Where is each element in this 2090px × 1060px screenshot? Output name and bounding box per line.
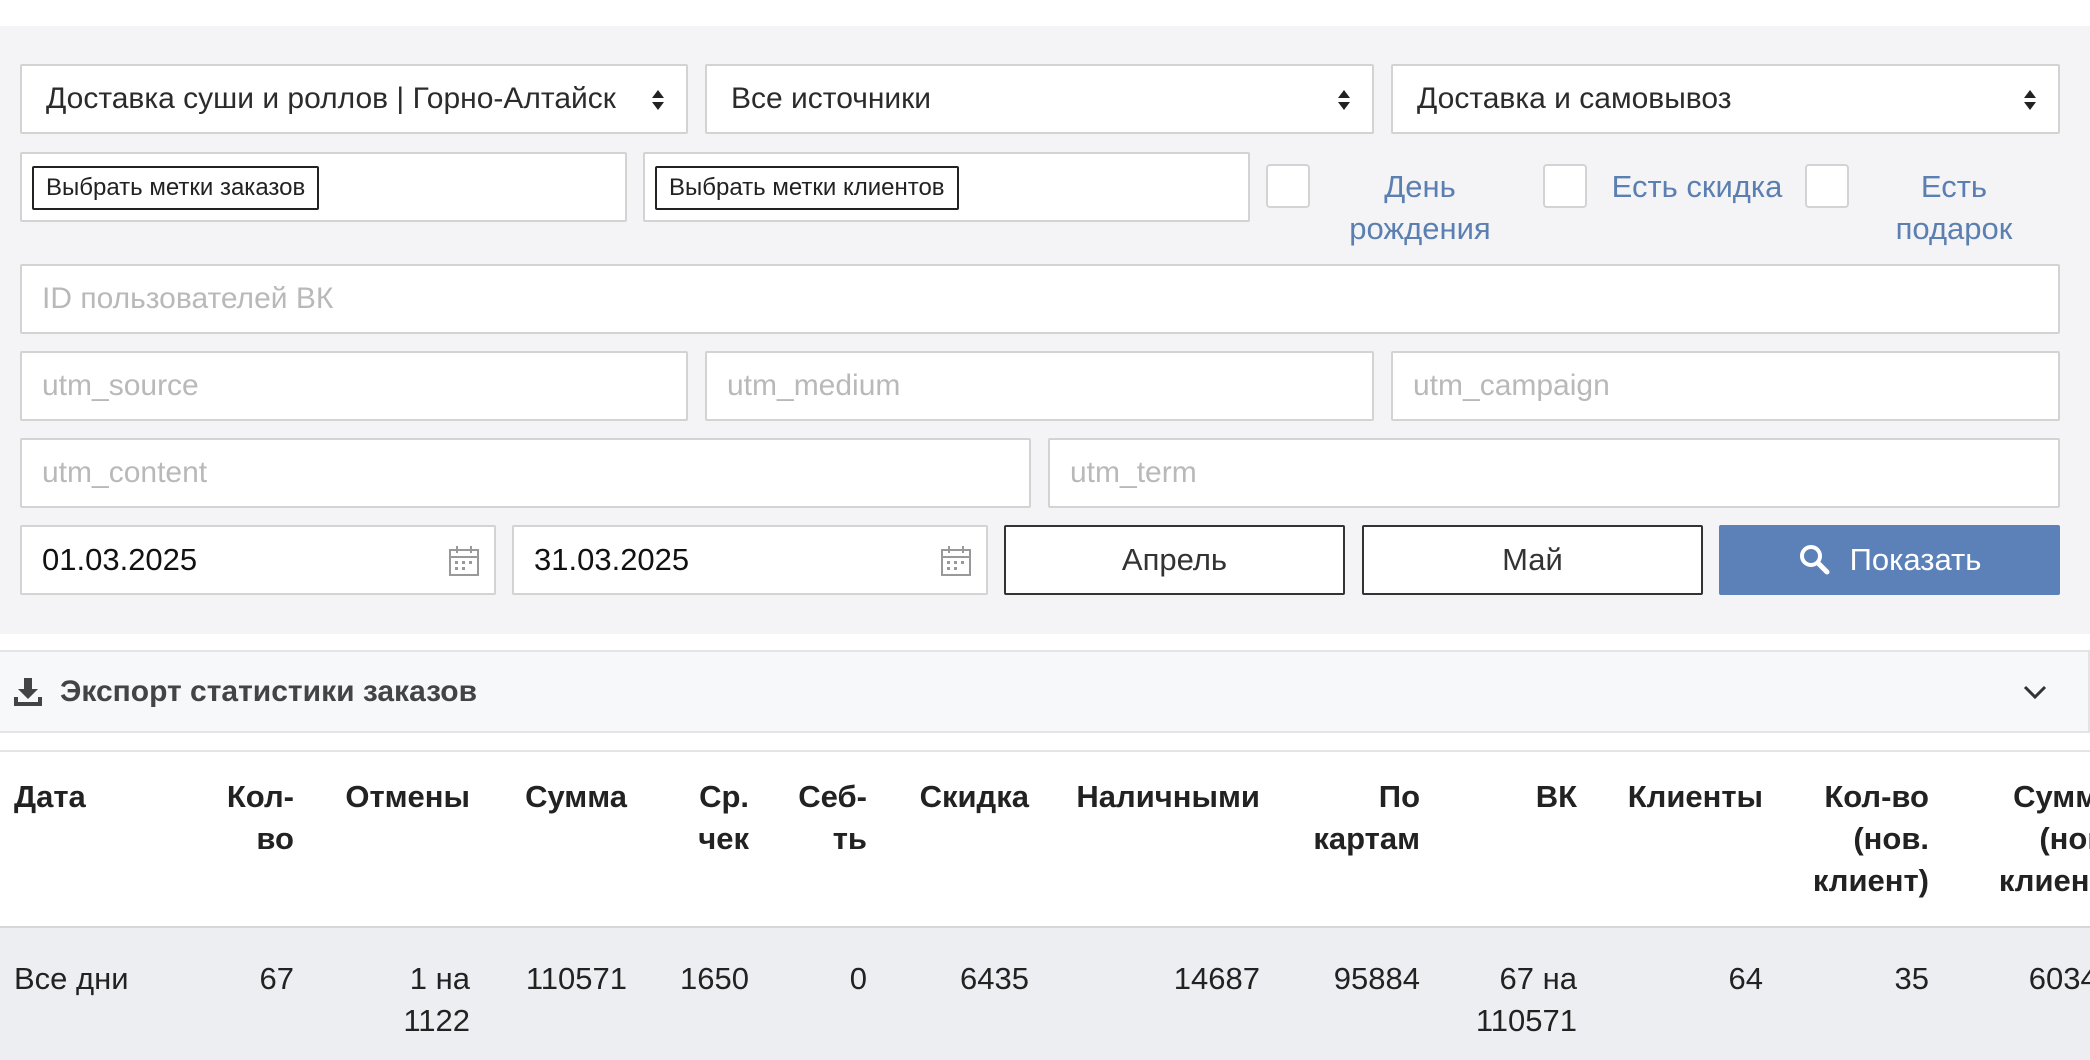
export-stats-panel[interactable]: Экспорт статистики заказов	[0, 650, 2090, 733]
col-new-count-line1: Кол-во	[1824, 779, 1929, 814]
discount-checkbox[interactable]	[1543, 164, 1587, 208]
gift-label-line1: Есть	[1920, 169, 1988, 204]
utm-content-input[interactable]: utm_content	[20, 438, 1031, 508]
shop-select[interactable]: Доставка суши и роллов | Горно-Алтайск	[20, 64, 688, 134]
col-new-sum-line1: Сумма	[2013, 779, 2090, 814]
col-new-sum-line3: клиент)	[1998, 863, 2090, 898]
cell-new-count: 35	[1894, 961, 1929, 996]
col-avg-line2: чек	[698, 821, 749, 856]
select-arrows-icon	[1338, 90, 1350, 110]
col-discount[interactable]: Скидка	[920, 776, 1029, 818]
date-to-value: 31.03.2025	[534, 542, 690, 577]
discount-label[interactable]: Есть скидка	[1606, 166, 1788, 208]
cell-date: Все дни	[14, 961, 129, 996]
cell-new-sum: 60343	[2028, 961, 2090, 996]
col-count-line1: Кол-	[226, 779, 294, 814]
cell-vk-line1: 67 на	[1499, 961, 1577, 996]
gift-label-line2: подарок	[1895, 211, 2013, 246]
cell-cancels-line2: 1122	[403, 1003, 470, 1038]
shop-select-value: Доставка суши и роллов | Горно-Алтайск	[46, 82, 616, 115]
table-row: Все дни 67 1 на 1122 110571 1650 0 6435 …	[0, 928, 2090, 1060]
delivery-select-value: Доставка и самовывоз	[1417, 82, 1732, 115]
cell-clients: 64	[1728, 961, 1763, 996]
cell-cancels-line1: 1 на	[409, 961, 470, 996]
col-new-sum[interactable]: Сумма (нов. клиент)	[1999, 776, 2090, 902]
col-cancels[interactable]: Отмены	[345, 776, 470, 818]
utm-medium-input[interactable]: utm_medium	[705, 351, 1374, 421]
col-cash[interactable]: Наличными	[1076, 776, 1260, 818]
col-cost-line1: Себ-	[798, 779, 867, 814]
search-icon	[1799, 544, 1830, 575]
select-arrows-icon	[652, 90, 664, 110]
show-button-label: Показать	[1849, 542, 1982, 577]
utm-term-input[interactable]: utm_term	[1048, 438, 2060, 508]
gift-checkbox[interactable]	[1805, 164, 1849, 208]
cell-sum: 110571	[525, 961, 627, 996]
col-new-sum-line2: (нов.	[2039, 821, 2090, 856]
birthday-label-line1: День	[1384, 169, 1456, 204]
cell-count: 67	[259, 961, 294, 996]
show-button[interactable]: Показать	[1719, 525, 2060, 595]
select-order-tags-button[interactable]: Выбрать метки заказов	[32, 166, 320, 210]
table-header: Дата Кол- во Отмены Сумма Ср. чек Себ- т…	[0, 750, 2090, 928]
col-date[interactable]: Дата	[14, 776, 86, 818]
download-icon	[14, 678, 42, 706]
col-avg-line1: Ср.	[699, 779, 749, 814]
utm-source-input[interactable]: utm_source	[20, 351, 688, 421]
select-client-tags-button[interactable]: Выбрать метки клиентов	[655, 166, 959, 210]
cell-avg: 1650	[680, 961, 749, 996]
birthday-checkbox[interactable]	[1266, 164, 1310, 208]
source-select[interactable]: Все источники	[705, 64, 1374, 134]
date-from-value: 01.03.2025	[42, 542, 198, 577]
filter-panel: Доставка суши и роллов | Горно-Алтайск В…	[0, 26, 2090, 634]
cell-cost: 0	[849, 961, 867, 996]
date-from-input[interactable]: 01.03.2025	[20, 525, 496, 595]
birthday-label[interactable]: День рождения	[1320, 166, 1520, 250]
col-avg[interactable]: Ср. чек	[698, 776, 749, 860]
calendar-icon[interactable]	[448, 545, 480, 577]
col-cards-line1: По	[1378, 779, 1420, 814]
utm-campaign-input[interactable]: utm_campaign	[1391, 351, 2060, 421]
order-tags-field: Выбрать метки заказов	[20, 152, 627, 222]
calendar-icon[interactable]	[940, 545, 972, 577]
col-new-count-line3: клиент)	[1812, 863, 1929, 898]
vk-ids-input[interactable]: ID пользователей ВК	[20, 264, 2060, 334]
client-tags-field: Выбрать метки клиентов	[643, 152, 1250, 222]
date-to-input[interactable]: 31.03.2025	[512, 525, 988, 595]
export-stats-title: Экспорт статистики заказов	[60, 675, 478, 708]
col-clients[interactable]: Клиенты	[1628, 776, 1763, 818]
april-button[interactable]: Апрель	[1004, 525, 1345, 595]
col-new-count-line2: (нов.	[1853, 821, 1929, 856]
cell-cards: 95884	[1333, 961, 1420, 996]
col-count-line2: во	[256, 821, 294, 856]
cell-vk: 67 на 110571	[1476, 958, 1577, 1042]
source-select-value: Все источники	[731, 82, 932, 115]
col-cards-line2: картам	[1313, 821, 1420, 856]
birthday-label-line2: рождения	[1349, 211, 1491, 246]
col-cost[interactable]: Себ- ть	[798, 776, 867, 860]
cell-vk-line2: 110571	[1475, 1003, 1577, 1038]
col-sum[interactable]: Сумма	[525, 776, 627, 818]
gift-label[interactable]: Есть подарок	[1874, 166, 2034, 250]
select-arrows-icon	[2024, 90, 2036, 110]
chevron-down-icon[interactable]	[2022, 682, 2048, 702]
col-cost-line2: ть	[832, 821, 867, 856]
col-count[interactable]: Кол- во	[227, 776, 294, 860]
may-button[interactable]: Май	[1362, 525, 1703, 595]
cell-cash: 14687	[1173, 961, 1260, 996]
col-vk[interactable]: ВК	[1536, 776, 1577, 818]
delivery-select[interactable]: Доставка и самовывоз	[1391, 64, 2060, 134]
col-new-count[interactable]: Кол-во (нов. клиент)	[1813, 776, 1929, 902]
cell-cancels: 1 на 1122	[403, 958, 470, 1042]
col-cards[interactable]: По картам	[1313, 776, 1420, 860]
cell-discount: 6435	[960, 961, 1029, 996]
